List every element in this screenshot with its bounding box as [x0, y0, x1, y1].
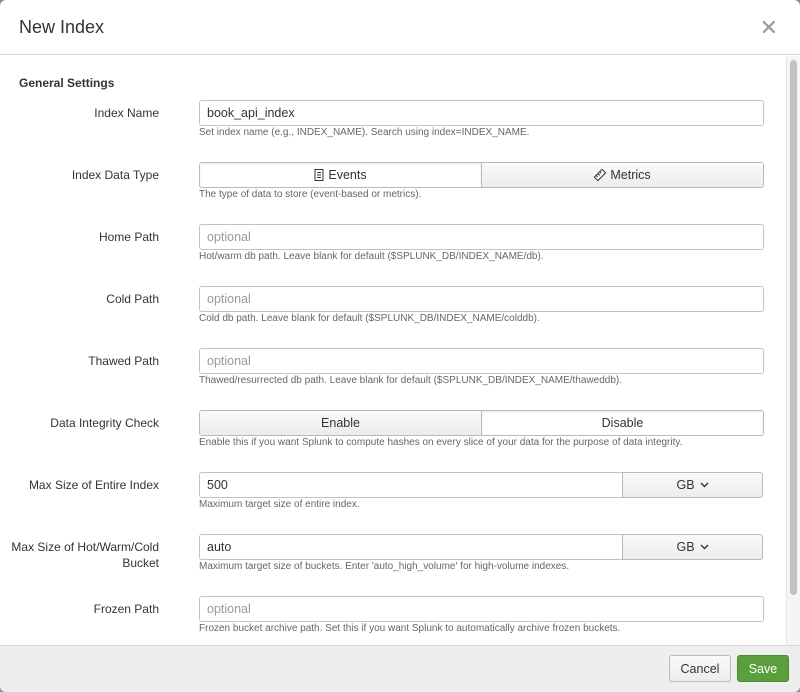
document-icon [314, 169, 324, 181]
integrity-label: Data Integrity Check [50, 416, 159, 430]
dialog-body: General Settings Index Name Set index na… [0, 56, 800, 645]
max-bucket-label: Max Size of Hot/Warm/Cold Bucket [0, 539, 159, 571]
thawed-path-help: Thawed/resurrected db path. Leave blank … [199, 375, 622, 386]
cold-path-help: Cold db path. Leave blank for default ($… [199, 313, 540, 324]
integrity-help: Enable this if you want Splunk to comput… [199, 437, 683, 448]
cold-path-label: Cold Path [106, 292, 159, 306]
index-name-help: Set index name (e.g., INDEX_NAME). Searc… [199, 127, 530, 138]
frozen-path-help: Frozen bucket archive path. Set this if … [199, 623, 621, 634]
frozen-path-label: Frozen Path [93, 602, 159, 616]
index-name-label: Index Name [94, 106, 159, 120]
metrics-option[interactable]: Metrics [481, 163, 763, 187]
max-bucket-input[interactable] [199, 534, 623, 560]
max-size-label: Max Size of Entire Index [28, 478, 159, 492]
events-option[interactable]: Events [200, 163, 481, 187]
save-button[interactable]: Save [737, 655, 789, 682]
max-bucket-help: Maximum target size of buckets. Enter 'a… [199, 561, 570, 572]
enable-option[interactable]: Enable [200, 411, 481, 435]
close-icon[interactable]: ✕ [760, 17, 778, 39]
home-path-input[interactable] [199, 224, 764, 250]
chevron-down-icon [700, 482, 709, 488]
dialog-footer: Cancel Save [0, 645, 800, 692]
dialog-title: New Index [19, 16, 105, 37]
ruler-icon [594, 169, 607, 181]
chevron-down-icon [700, 544, 709, 550]
dialog-header: New Index ✕ [0, 0, 800, 55]
frozen-path-input[interactable] [199, 596, 764, 622]
new-index-dialog: New Index ✕ General Settings Index Name … [0, 0, 800, 692]
max-bucket-label-line2: Bucket [122, 556, 159, 570]
max-bucket-unit-label: GB [676, 540, 695, 554]
home-path-label: Home Path [98, 230, 159, 244]
metrics-label: Metrics [610, 168, 651, 182]
max-bucket-unit-dropdown[interactable]: GB [622, 534, 763, 560]
cancel-button[interactable]: Cancel [669, 655, 731, 682]
max-size-help: Maximum target size of entire index. [199, 499, 360, 510]
thawed-path-input[interactable] [199, 348, 764, 374]
home-path-help: Hot/warm db path. Leave blank for defaul… [199, 251, 544, 262]
max-bucket-label-line1: Max Size of Hot/Warm/Cold [11, 540, 159, 554]
thawed-path-label: Thawed Path [88, 354, 159, 368]
events-label: Events [328, 168, 367, 182]
section-title: General Settings [19, 76, 115, 90]
data-type-label: Index Data Type [71, 168, 159, 182]
max-size-unit-dropdown[interactable]: GB [622, 472, 763, 498]
max-size-unit-label: GB [676, 478, 695, 492]
data-type-toggle: Events Metrics [199, 162, 764, 188]
max-size-input[interactable] [199, 472, 623, 498]
scrollbar[interactable] [786, 56, 800, 645]
scrollbar-thumb[interactable] [790, 60, 797, 595]
integrity-toggle: Enable Disable [199, 410, 764, 436]
disable-option[interactable]: Disable [481, 411, 763, 435]
cold-path-input[interactable] [199, 286, 764, 312]
data-type-help: The type of data to store (event-based o… [199, 189, 422, 200]
index-name-input[interactable] [199, 100, 764, 126]
